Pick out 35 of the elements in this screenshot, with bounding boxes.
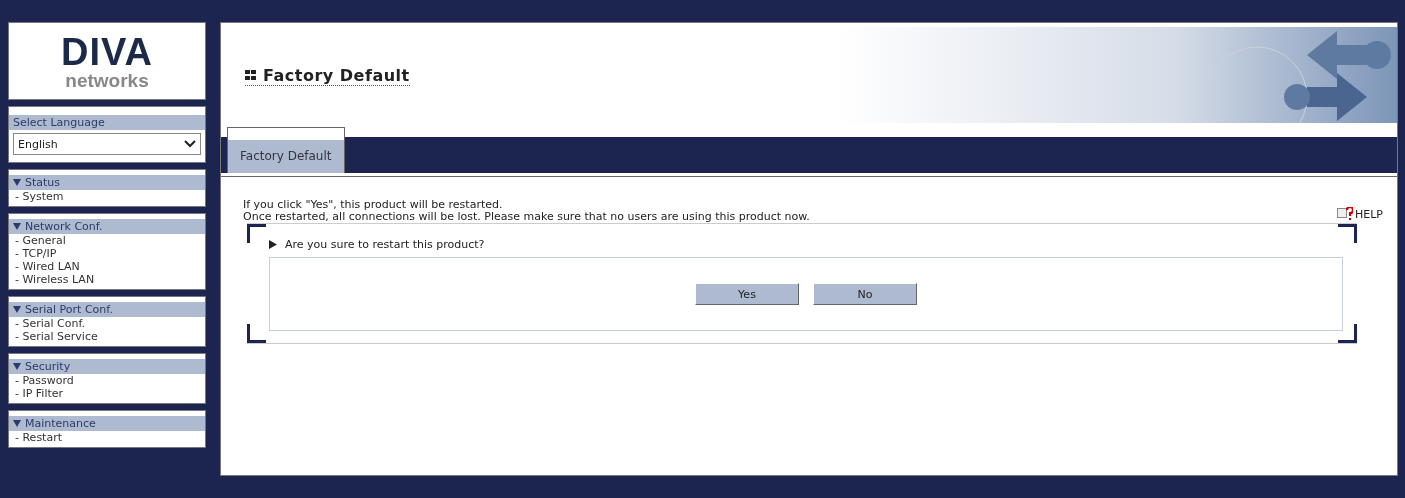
sidebar-item[interactable]: - Serial Service: [9, 330, 205, 343]
corner-bracket: [1338, 224, 1357, 243]
question-text: Are you sure to restart this product?: [285, 238, 485, 251]
grid-icon: [245, 70, 257, 81]
triangle-down-icon: [13, 179, 21, 186]
sidebar-heading[interactable]: Status: [25, 176, 61, 189]
chevron-down-icon: [184, 140, 196, 148]
dialog-button[interactable]: No: [813, 283, 917, 305]
sidebar-item[interactable]: - Serial Conf.: [9, 317, 205, 330]
sidebar-item[interactable]: - TCP/IP: [9, 247, 205, 260]
sidebar-item[interactable]: - Restart: [9, 431, 205, 444]
help-book-icon: [1337, 207, 1353, 221]
sidebar-item[interactable]: - General: [9, 234, 205, 247]
info-text: Once restarted, all connections will be lost. Please make sure that no users are using this product now.: [243, 211, 810, 223]
triangle-down-icon: [13, 306, 21, 313]
sidebar-heading: Select Language: [9, 115, 205, 130]
sidebar-item[interactable]: - Wired LAN: [9, 260, 205, 273]
corner-bracket: [247, 224, 266, 243]
triangle-down-icon: [13, 223, 21, 230]
sidebar-item[interactable]: - Wireless LAN: [9, 273, 205, 286]
tab[interactable]: Factory Default: [227, 127, 345, 173]
corner-bracket: [247, 324, 266, 343]
triangle-down-icon: [13, 363, 21, 370]
info-text: If you click "Yes", this product will be restarted.: [243, 199, 504, 211]
dialog-button[interactable]: Yes: [695, 283, 799, 305]
language-select[interactable]: English: [13, 133, 201, 155]
triangle-right-icon: [269, 240, 277, 249]
sidebar-item[interactable]: - Password: [9, 374, 205, 387]
logo: DIVA networks: [8, 22, 206, 100]
help-link[interactable]: HELP: [1337, 205, 1383, 223]
sidebar-item[interactable]: - IP Filter: [9, 387, 205, 400]
sidebar-item[interactable]: - System: [9, 190, 205, 203]
page-title: Factory Default: [245, 66, 410, 86]
triangle-down-icon: [13, 420, 21, 427]
corner-bracket: [1338, 324, 1357, 343]
